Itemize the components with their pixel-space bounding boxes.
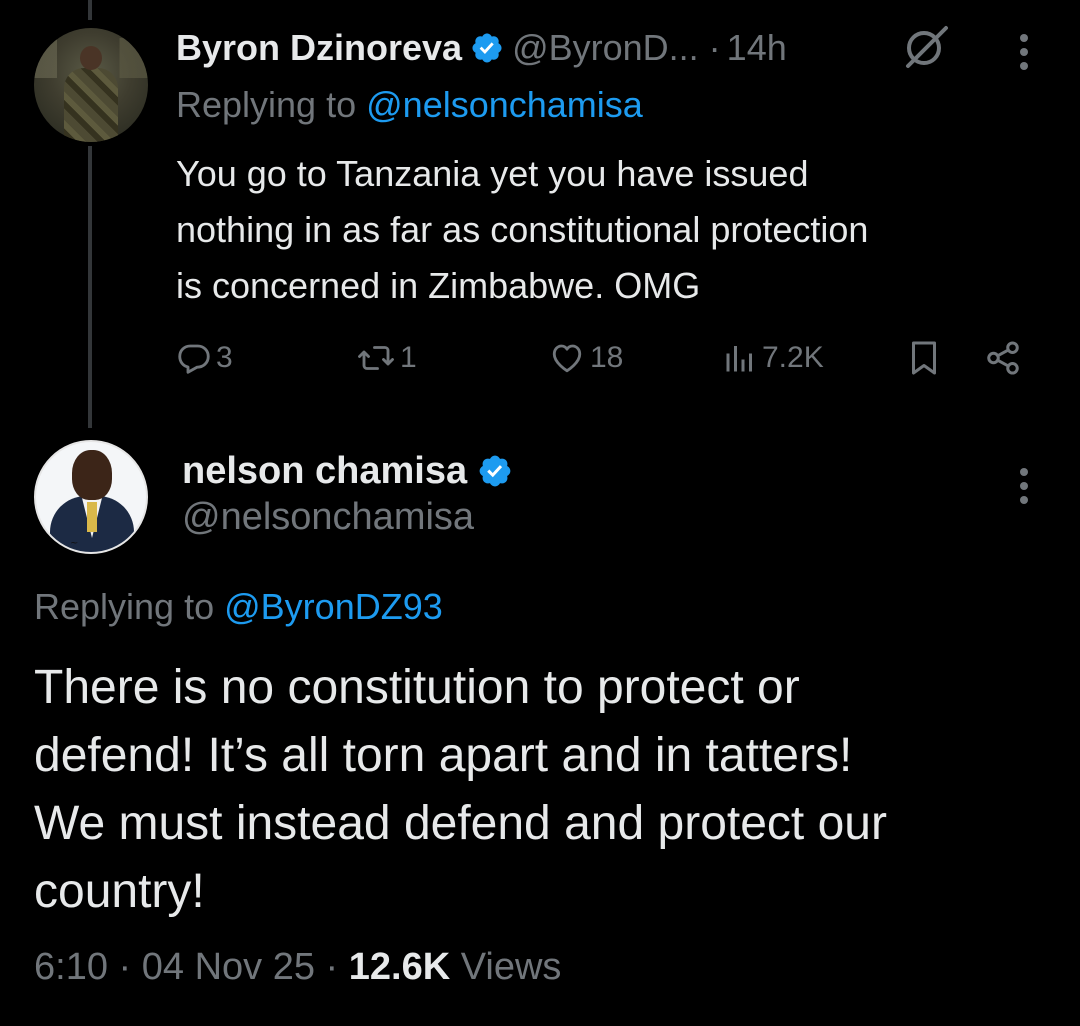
reply-icon xyxy=(178,344,210,374)
reply-count: 3 xyxy=(216,341,233,374)
views-label: Views xyxy=(460,946,562,988)
post-date[interactable]: 04 Nov 25 xyxy=(142,946,315,988)
replying-to-label: Replying to xyxy=(176,84,357,125)
replying-to-label: Replying to xyxy=(34,586,215,627)
like-icon xyxy=(552,344,582,373)
tweet-text-line: defend! It’s all torn apart and in tatte… xyxy=(34,729,853,782)
verified-badge-icon xyxy=(472,33,502,63)
tweet-text-line: nothing in as far as constitutional prot… xyxy=(176,209,869,250)
like-count: 18 xyxy=(590,341,624,374)
dot-separator: · xyxy=(325,946,339,988)
author-name[interactable]: Byron Dzinoreva xyxy=(176,27,462,69)
signature-mark: ~ xyxy=(70,538,79,549)
reply-button[interactable]: 3 xyxy=(176,334,233,382)
replying-to-line: Replying to @ByronDZ93 xyxy=(34,586,443,628)
views-count: 7.2K xyxy=(762,341,824,374)
like-button[interactable]: 18 xyxy=(548,334,623,382)
views-icon xyxy=(726,346,752,372)
tweet-text-line: is concerned in Zimbabwe. OMG xyxy=(176,265,701,306)
tweet-text-line: There is no constitution to protect or xyxy=(34,661,800,714)
repost-icon xyxy=(358,346,394,370)
verified-badge-icon xyxy=(479,455,511,487)
avatar[interactable]: ~ xyxy=(34,440,148,554)
share-icon xyxy=(987,341,1019,375)
mention-link[interactable]: @ByronDZ93 xyxy=(224,586,443,627)
share-button[interactable] xyxy=(984,334,1022,382)
dot-separator: · xyxy=(708,27,721,68)
author-handle[interactable]: @ByronD... xyxy=(512,27,699,69)
author-handle[interactable]: @nelsonchamisa xyxy=(182,496,474,539)
repost-button[interactable]: 1 xyxy=(356,334,417,382)
bookmark-button[interactable] xyxy=(906,334,942,382)
action-bar: 3 1 18 7.2K xyxy=(176,334,1036,382)
views-button[interactable]: 7.2K xyxy=(722,334,824,382)
tweet-header: nelson chamisa xyxy=(182,448,521,494)
avatar[interactable] xyxy=(34,28,148,142)
tweet-metadata: 6:10 · 04 Nov 25 · 12.6K Views xyxy=(34,946,561,989)
post-time[interactable]: 6:10 xyxy=(34,946,108,988)
more-options-icon[interactable] xyxy=(1018,468,1030,508)
mention-link[interactable]: @nelsonchamisa xyxy=(366,84,643,125)
tweet-text-line: country! xyxy=(34,865,205,918)
tweet-text-line: We must instead defend and protect our xyxy=(34,797,887,850)
repost-count: 1 xyxy=(400,341,417,374)
replying-to-line: Replying to @nelsonchamisa xyxy=(176,84,643,126)
tweet-text: You go to Tanzania yet you have issued n… xyxy=(176,146,1056,314)
dot-separator: · xyxy=(118,946,132,988)
views-count[interactable]: 12.6K xyxy=(349,946,450,988)
grok-icon[interactable] xyxy=(900,22,950,72)
more-options-icon[interactable] xyxy=(1018,34,1030,74)
author-name[interactable]: nelson chamisa xyxy=(182,450,467,493)
bookmark-icon xyxy=(912,341,936,375)
tweet-header: Byron Dzinoreva @ByronD... · 14h xyxy=(176,26,787,70)
timestamp[interactable]: 14h xyxy=(727,27,787,69)
reply-tweet[interactable]: Byron Dzinoreva @ByronD... · 14h Replyin… xyxy=(0,0,1080,430)
tweet-text: There is no constitution to protect or d… xyxy=(34,654,1054,926)
tweet-text-line: You go to Tanzania yet you have issued xyxy=(176,153,809,194)
